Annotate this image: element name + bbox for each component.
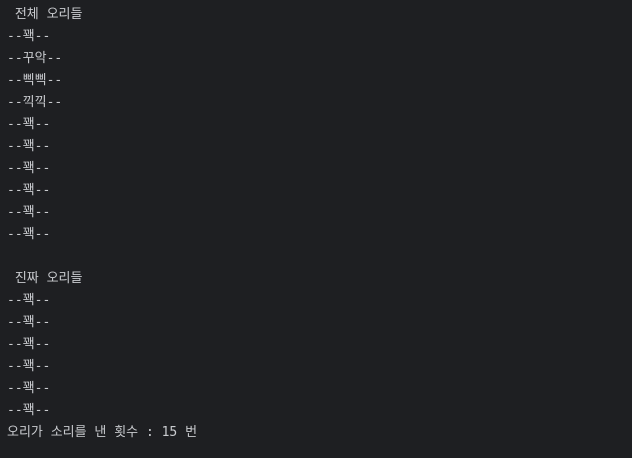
console-line: --삑삑-- [7,73,63,88]
console-line: --꽥-- [7,205,51,220]
console-line: --꽥-- [7,403,51,418]
console-line: 오리가 소리를 낸 횟수 : 15 번 [7,425,198,440]
console-line: --끽끽-- [7,95,63,110]
console-line: --꽥-- [7,139,51,154]
console-line: --꽥-- [7,183,51,198]
console-line: --꽥-- [7,161,51,176]
console-line: --꽥-- [7,29,51,44]
console-line: 전체 오리들 [7,7,83,22]
console-line: --꽥-- [7,315,51,330]
console-line: 진짜 오리들 [7,271,83,286]
console-line: --꽥-- [7,293,51,308]
console-line: --꽥-- [7,117,51,132]
console-output: 전체 오리들 --꽥-- --꾸악-- --삑삑-- --끽끽-- --꽥-- --꽥-- -… [0,0,632,444]
console-line: --꽥-- [7,227,51,242]
console-line: --꽥-- [7,381,51,396]
console-line: --꽥-- [7,337,51,352]
console-line: --꽥-- [7,359,51,374]
console-line: --꾸악-- [7,51,63,66]
